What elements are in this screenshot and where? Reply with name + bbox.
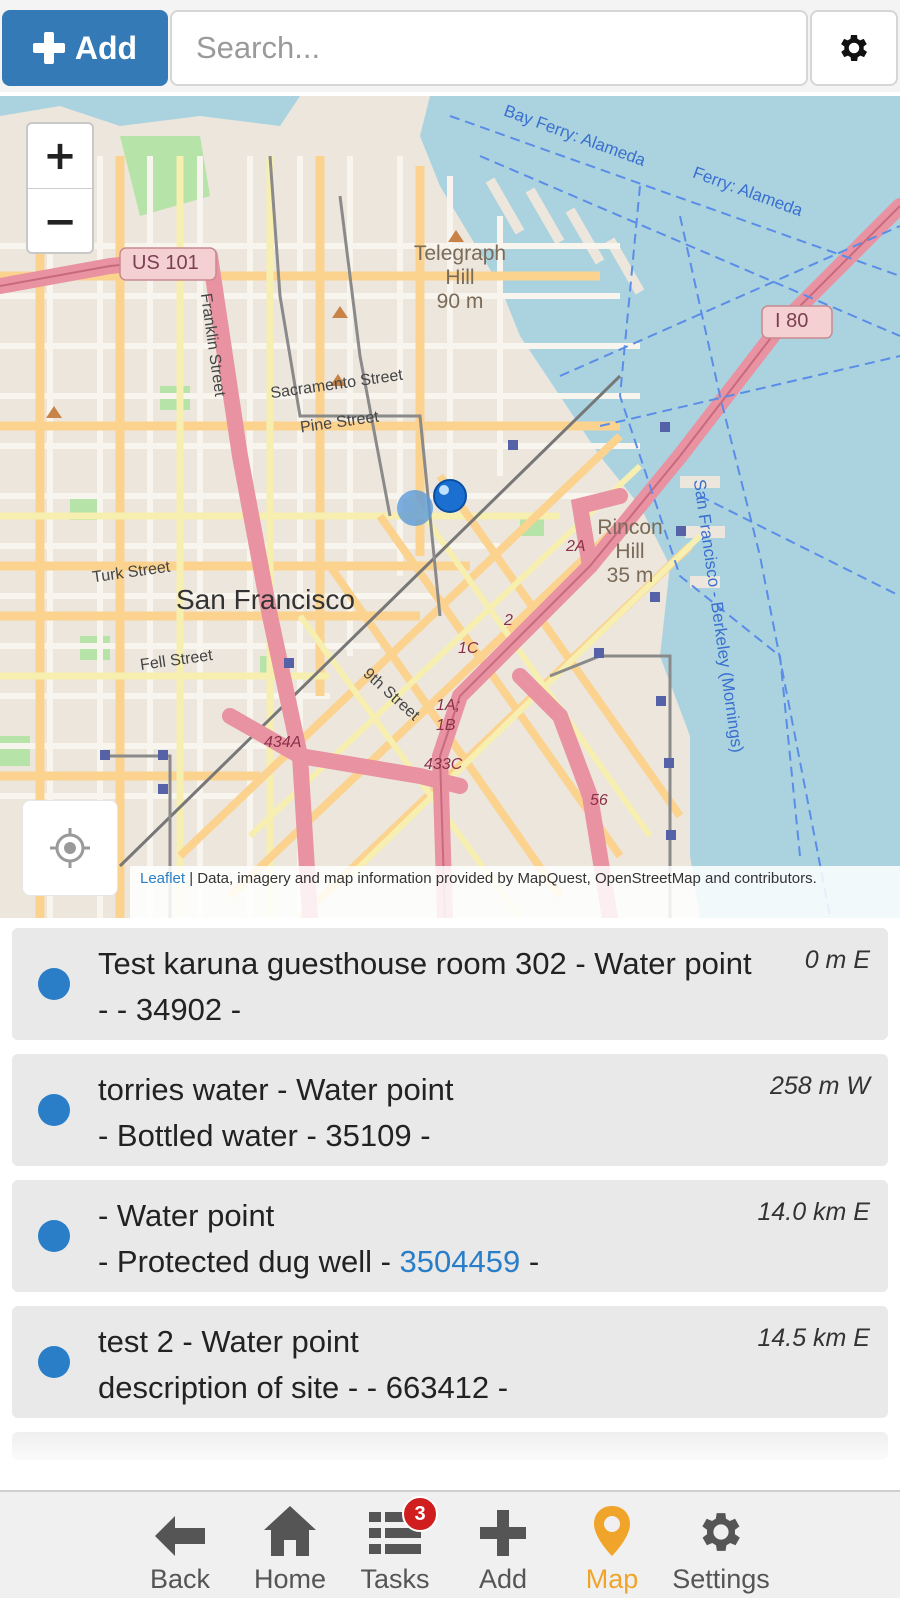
nav-home[interactable]: Home <box>237 1500 343 1598</box>
zoom-control: + − <box>26 122 94 254</box>
nav-settings-label: Settings <box>672 1564 770 1594</box>
nav-map[interactable]: Map <box>559 1500 665 1598</box>
item-id-link[interactable]: 3504459 <box>400 1244 521 1279</box>
map-attribution: Leaflet | Data, imagery and map informat… <box>130 866 900 918</box>
item-details: description of site - - 663412 - <box>98 1370 509 1405</box>
map-view[interactable]: US 101 I 80 Telegraph Hill 90 m Rincon Hi… <box>0 96 900 918</box>
map-pin-icon <box>594 1506 630 1556</box>
map-tiles <box>0 96 900 918</box>
crosshair-icon <box>50 828 90 868</box>
leaflet-link[interactable]: Leaflet <box>140 870 185 887</box>
map-label-i80: I 80 <box>775 310 809 332</box>
list-item[interactable]: - Water point 14.0 km E - Protected dug … <box>12 1180 888 1292</box>
map-label-city: San Francisco <box>176 584 355 615</box>
item-title: Test karuna guesthouse room 302 - Water … <box>98 946 752 981</box>
search-input[interactable] <box>170 10 808 86</box>
item-distance: 14.0 km E <box>751 1198 870 1227</box>
map-label-exit-2a: 2A <box>566 538 586 555</box>
list-item[interactable]: test 2 - Water point 14.5 km E descripti… <box>12 1306 888 1418</box>
item-title: - Water point <box>98 1198 275 1233</box>
map-label-exit-434a: 434A <box>264 734 302 751</box>
marker-dot-icon <box>38 968 70 1000</box>
plus-icon <box>480 1510 526 1556</box>
nav-tasks[interactable]: Tasks 3 <box>342 1496 448 1598</box>
item-title: torries water - Water point <box>98 1072 454 1107</box>
plus-icon <box>32 32 65 64</box>
top-toolbar: Add <box>0 0 900 92</box>
item-details: - Bottled water - 35109 - <box>98 1118 431 1153</box>
nav-back[interactable]: Back <box>127 1500 233 1598</box>
marker-dot-icon <box>38 1220 70 1252</box>
gear-icon <box>841 34 868 62</box>
locate-me-button[interactable] <box>22 800 118 896</box>
map-label-rincon-hill: Rincon Hill 35 m <box>597 516 663 587</box>
gear-icon <box>702 1513 740 1551</box>
item-distance: 14.5 km E <box>751 1324 870 1353</box>
attribution-text: | Data, imagery and map information prov… <box>185 870 817 887</box>
map-label-exit-2: 2 <box>504 612 513 629</box>
marker-dot-icon <box>38 1094 70 1126</box>
item-title: test 2 - Water point <box>98 1324 359 1359</box>
bottom-nav: Back Home Tasks 3 Add Map Settings <box>0 1490 900 1598</box>
item-distance: 258 m W <box>763 1072 870 1101</box>
map-label-exit-1c: 1C <box>458 640 479 657</box>
tasks-count-badge: 3 <box>402 1496 438 1532</box>
list-item[interactable]: Test karuna guesthouse room 302 - Water … <box>12 928 888 1040</box>
add-button[interactable]: Add <box>2 10 168 86</box>
item-details: - Protected dug well - 3504459 - <box>98 1244 540 1279</box>
map-label-us101: US 101 <box>132 252 199 274</box>
map-label-exit-56: 56 <box>590 792 608 809</box>
map-label-telegraph-hill: Telegraph Hill 90 m <box>413 242 507 313</box>
add-button-label: Add <box>74 29 138 66</box>
zoom-in-button[interactable]: + <box>28 124 92 189</box>
list-item[interactable]: torries water - Water point 258 m W - Bo… <box>12 1054 888 1166</box>
nav-back-label: Back <box>149 1564 211 1594</box>
nav-settings[interactable]: Settings <box>668 1500 774 1598</box>
nav-home-label: Home <box>253 1564 327 1594</box>
results-list: Test karuna guesthouse room 302 - Water … <box>12 928 888 1460</box>
list-item-partial <box>12 1432 888 1460</box>
nav-add-label: Add <box>478 1564 528 1594</box>
home-icon <box>264 1506 316 1556</box>
item-details: - - 34902 - <box>98 992 242 1027</box>
nav-map-label: Map <box>585 1564 639 1594</box>
marker-dot-icon <box>38 1346 70 1378</box>
item-distance: 0 m E <box>798 946 870 975</box>
settings-button[interactable] <box>810 10 898 86</box>
nav-tasks-label: Tasks <box>360 1564 430 1594</box>
nav-add[interactable]: Add <box>450 1500 556 1598</box>
zoom-out-button[interactable]: − <box>28 189 92 252</box>
map-label-exit-1a: 1A; 1B <box>436 697 461 734</box>
map-label-exit-433c: 433C <box>424 756 463 773</box>
arrow-left-icon <box>155 1516 205 1556</box>
